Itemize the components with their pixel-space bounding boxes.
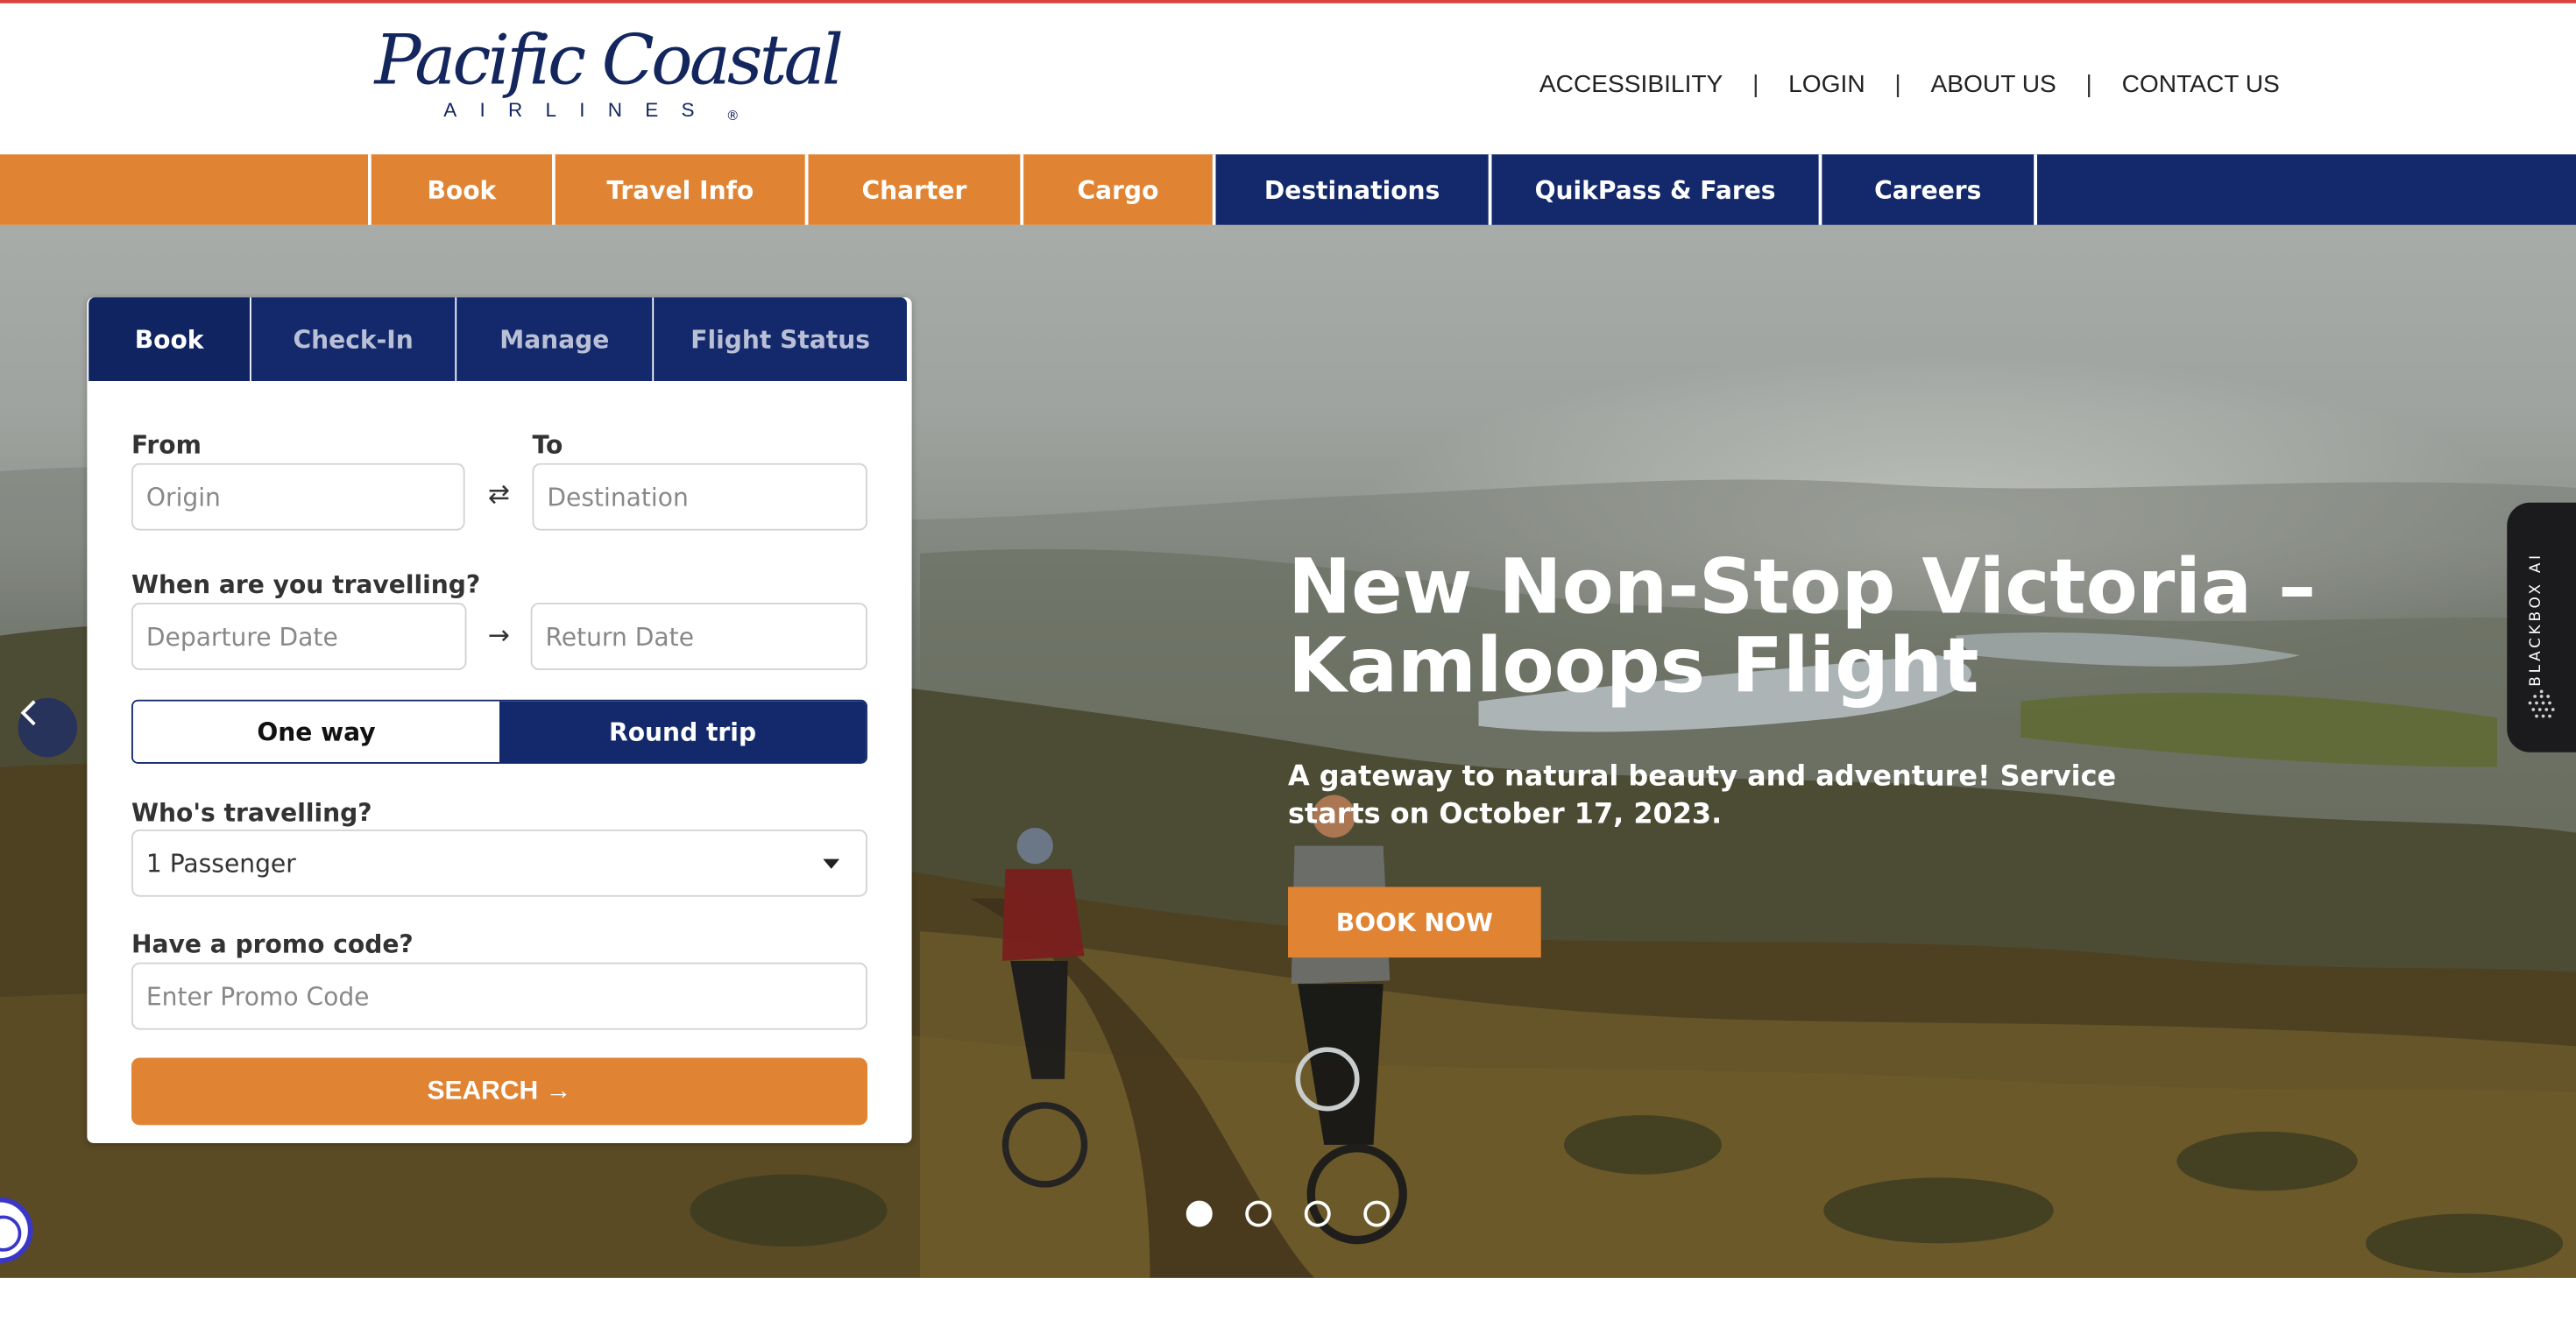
divider: | [2085,70,2092,99]
caret-down-icon [823,858,840,869]
carousel-dot-2[interactable] [1245,1200,1272,1227]
destination-input[interactable]: Destination [532,463,867,531]
nav-item-travel-info[interactable]: Travel Info [552,154,805,225]
swap-icon[interactable]: ⇄ [488,478,510,510]
search-button[interactable]: SEARCH → [131,1057,867,1126]
passenger-select[interactable]: 1 Passenger [131,829,867,897]
carousel-dot-1[interactable] [1185,1200,1213,1227]
logo-registered-mark: ® [725,108,740,124]
departure-date-input[interactable]: Departure Date [131,603,467,670]
nav-item-cargo[interactable]: Cargo [1020,154,1213,225]
top-accent-line [0,0,2576,4]
booking-tabs: Book Check-In Manage Flight Status [88,297,907,381]
book-now-button[interactable]: BOOK NOW [1288,886,1541,958]
nav-item-careers[interactable]: Careers [1818,154,2035,225]
tab-book[interactable]: Book [88,297,251,381]
tab-manage[interactable]: Manage [456,297,655,381]
nav-item-destinations[interactable]: Destinations [1212,154,1489,225]
carousel-dot-4[interactable] [1363,1200,1391,1227]
divider: | [1894,70,1901,99]
promo-label: Have a promo code? [131,929,414,959]
return-date-input[interactable]: Return Date [530,603,867,670]
chevron-left-icon [20,700,36,726]
airline-logo[interactable]: Pacific Coastal AIRLINES ® [375,20,844,129]
tab-flight-status[interactable]: Flight Status [654,297,907,381]
hero-title: New Non-Stop Victoria – Kamloops Flight [1288,541,2317,710]
one-way-option[interactable]: One way [132,701,499,762]
accessibility-link[interactable]: ACCESSIBILITY [1539,71,1723,99]
logo-subtitle: AIRLINES [443,98,718,122]
arrow-right-icon: → [487,618,511,651]
trip-type-toggle: One way Round trip [131,699,867,764]
login-link[interactable]: LOGIN [1788,71,1865,99]
booking-widget: Book Check-In Manage Flight Status From … [87,297,912,1143]
passenger-select-value: 1 Passenger [145,848,296,879]
nav-item-book[interactable]: Book [368,154,552,225]
nav-fill-right [2034,154,2576,225]
hero-subtitle: A gateway to natural beauty and adventur… [1288,760,2117,831]
carousel-dot-3[interactable] [1304,1200,1331,1227]
contact-us-link[interactable]: CONTACT US [2122,71,2280,99]
to-label: To [532,430,563,460]
page: Pacific Coastal AIRLINES ® ACCESSIBILITY… [0,0,2576,1335]
about-us-link[interactable]: ABOUT US [1931,71,2056,99]
origin-input[interactable]: Origin [131,463,465,531]
carousel-prev-button[interactable] [18,697,78,758]
who-label: Who's travelling? [131,798,372,828]
nav-item-quikpass-fares[interactable]: QuikPass & Fares [1488,154,1819,225]
utility-nav: ACCESSIBILITY | LOGIN | ABOUT US | CONTA… [1539,71,2280,99]
main-nav: Book Travel Info Charter Cargo Destinati… [0,154,2576,225]
from-label: From [131,430,202,460]
dots-grid-icon [2528,689,2555,718]
blackbox-ai-tab[interactable]: BLACKBOX AI [2507,502,2576,752]
carousel-dots [1185,1200,1391,1227]
promo-code-input[interactable]: Enter Promo Code [131,962,867,1030]
logo-wordmark: Pacific Coastal [374,19,844,101]
divider: | [1752,70,1759,99]
tab-check-in[interactable]: Check-In [251,297,457,381]
nav-fill-left [0,154,368,225]
round-trip-option[interactable]: Round trip [499,701,867,762]
ai-tab-label: BLACKBOX AI [2528,552,2545,687]
nav-item-charter[interactable]: Charter [804,154,1021,225]
when-label: When are you travelling? [131,569,481,600]
